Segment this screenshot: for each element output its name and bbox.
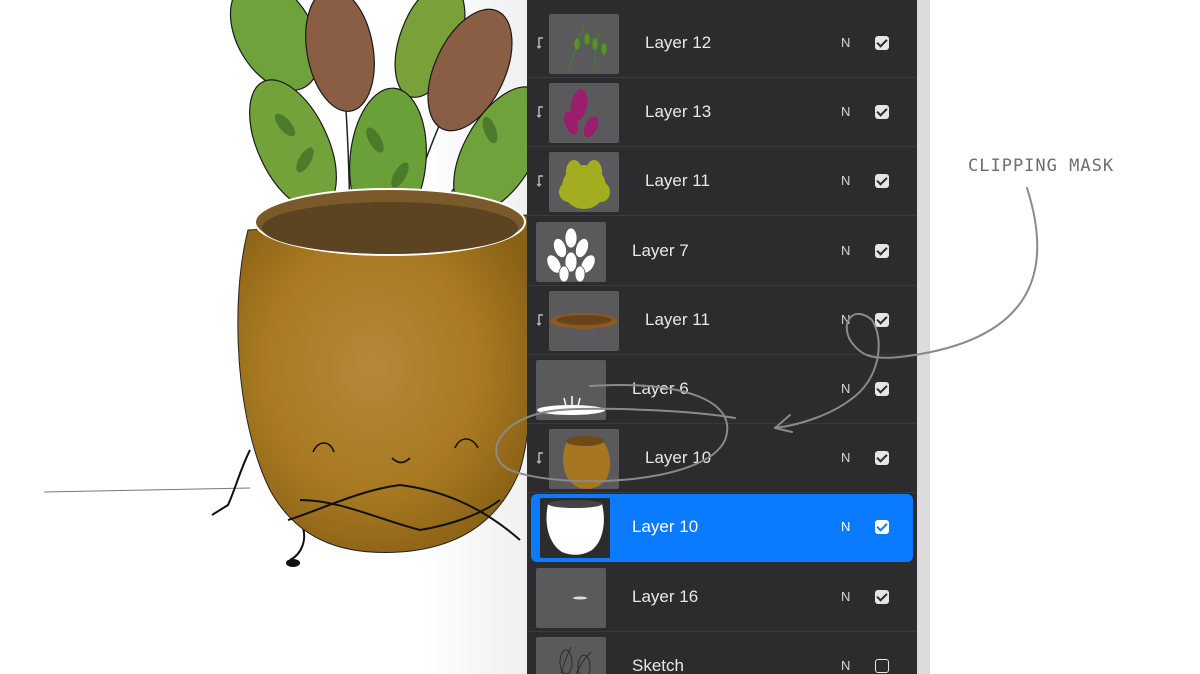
clipping-mask-icon <box>536 452 545 465</box>
layer-name: Layer 6 <box>632 379 689 398</box>
blend-mode-button[interactable]: N <box>841 173 850 188</box>
plant-pot-illustration <box>43 0 527 567</box>
layer-name: Layer 10 <box>632 517 699 537</box>
layer-thumbnail[interactable] <box>536 567 606 628</box>
blend-mode-button[interactable]: N <box>841 312 850 327</box>
layers-panel[interactable]: Layer 12 N Layer 13 N Layer 11 N Layer 7 N Layer… <box>527 0 917 674</box>
blend-mode-button[interactable]: N <box>841 381 850 396</box>
blend-mode-button[interactable]: N <box>841 104 850 119</box>
layer-thumbnail[interactable] <box>549 83 619 144</box>
layer-name: Layer 7 <box>632 240 689 260</box>
layer-row[interactable]: Sketch N <box>527 633 917 674</box>
layer-name: Layer 12 <box>645 33 712 52</box>
blend-mode-button[interactable]: N <box>841 243 850 258</box>
layer-thumbnail[interactable] <box>549 14 619 74</box>
layer-visibility-checkbox[interactable] <box>875 451 889 466</box>
layer-row[interactable]: Layer 11 N <box>527 148 917 217</box>
layer-visibility-checkbox[interactable] <box>875 36 889 50</box>
clipping-mask-icon <box>536 37 545 49</box>
clipping-mask-icon <box>536 175 545 188</box>
layer-visibility-checkbox[interactable] <box>875 520 889 535</box>
drawing-canvas[interactable] <box>0 0 527 674</box>
layer-row[interactable]: Layer 16 N <box>527 564 917 632</box>
layer-name: Layer 13 <box>645 102 712 122</box>
blend-mode-button[interactable]: N <box>841 519 850 534</box>
clipping-mask-annotation: CLIPPING MASK <box>968 156 1115 176</box>
layer-name: Layer 16 <box>632 586 699 606</box>
layer-row[interactable]: Layer 12 N <box>527 10 917 78</box>
layer-row[interactable]: Layer 13 N <box>527 79 917 148</box>
layer-row[interactable]: Layer 11 N <box>527 287 917 355</box>
layer-name: Layer 11 <box>645 309 710 329</box>
layer-thumbnail[interactable] <box>549 290 619 351</box>
layer-row[interactable]: Layer 6 N <box>527 356 917 424</box>
layer-name: Sketch <box>632 655 684 674</box>
layer-thumbnail[interactable] <box>536 360 606 420</box>
blend-mode-button[interactable]: N <box>841 658 850 673</box>
layer-visibility-checkbox[interactable] <box>875 174 889 189</box>
clipping-mask-icon <box>536 106 545 119</box>
layer-name: Layer 11 <box>645 171 710 191</box>
layer-row[interactable]: Layer 7 N <box>527 218 917 286</box>
layer-visibility-checkbox[interactable] <box>875 243 889 258</box>
layer-thumbnail[interactable] <box>549 152 619 213</box>
layer-visibility-checkbox[interactable] <box>875 105 889 120</box>
panel-scrollbar[interactable] <box>917 0 930 674</box>
layer-thumbnail[interactable] <box>536 221 606 282</box>
layer-thumbnail[interactable] <box>536 636 606 674</box>
blend-mode-button[interactable]: N <box>841 35 850 50</box>
layer-visibility-checkbox[interactable] <box>875 589 889 604</box>
blend-mode-button[interactable]: N <box>841 450 850 465</box>
layer-thumbnail[interactable] <box>549 429 619 490</box>
layer-name: Layer 10 <box>645 448 712 468</box>
layer-visibility-checkbox[interactable] <box>875 382 889 396</box>
layer-visibility-checkbox[interactable] <box>875 312 889 327</box>
blend-mode-button[interactable]: N <box>841 589 850 604</box>
layer-row[interactable]: Layer 10 N <box>527 425 917 494</box>
layer-visibility-checkbox[interactable] <box>875 658 889 673</box>
layer-row[interactable]: Layer 10 N <box>531 494 913 563</box>
clipping-mask-icon <box>536 314 545 326</box>
layer-thumbnail[interactable] <box>540 498 610 559</box>
